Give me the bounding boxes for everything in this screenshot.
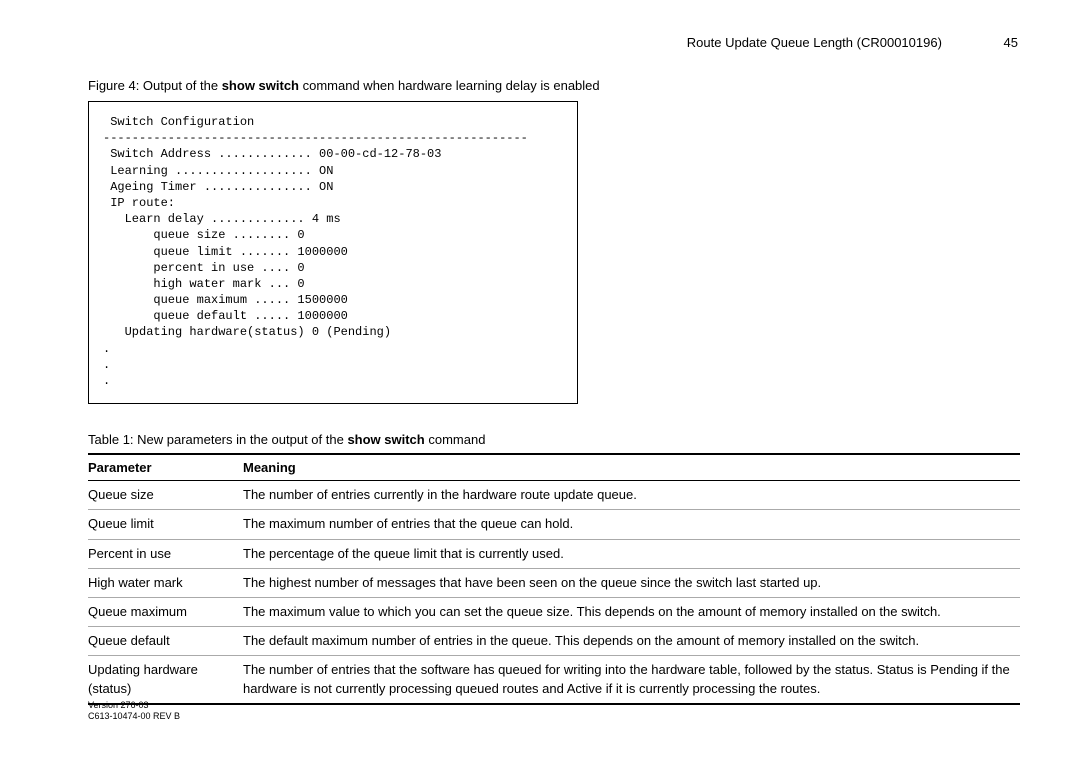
cell-meaning: The number of entries currently in the h… bbox=[243, 481, 1020, 510]
figure-caption-command: show switch bbox=[222, 78, 299, 93]
cell-param: Queue size bbox=[88, 481, 243, 510]
table-header-row: Parameter Meaning bbox=[88, 454, 1020, 481]
cell-meaning: The highest number of messages that have… bbox=[243, 568, 1020, 597]
page-footer: Version 276-03 C613-10474-00 REV B bbox=[88, 700, 180, 723]
table-caption: Table 1: New parameters in the output of… bbox=[88, 432, 1020, 447]
cell-param: Updating hardware (status) bbox=[88, 656, 243, 704]
table-row: Updating hardware (status) The number of… bbox=[88, 656, 1020, 704]
cell-meaning: The number of entries that the software … bbox=[243, 656, 1020, 704]
cell-param: Queue maximum bbox=[88, 597, 243, 626]
table-header-meaning: Meaning bbox=[243, 454, 1020, 481]
cell-meaning: The default maximum number of entries in… bbox=[243, 627, 1020, 656]
table-row: Queue limit The maximum number of entrie… bbox=[88, 510, 1020, 539]
parameter-table: Parameter Meaning Queue size The number … bbox=[88, 453, 1020, 705]
footer-version: Version 276-03 bbox=[88, 700, 180, 712]
table-caption-command: show switch bbox=[347, 432, 424, 447]
cell-meaning: The maximum number of entries that the q… bbox=[243, 510, 1020, 539]
code-output-box: Switch Configuration -------------------… bbox=[88, 101, 578, 404]
cell-meaning: The maximum value to which you can set t… bbox=[243, 597, 1020, 626]
cell-meaning: The percentage of the queue limit that i… bbox=[243, 539, 1020, 568]
figure-caption-prefix: Figure 4: Output of the bbox=[88, 78, 222, 93]
table-header-parameter: Parameter bbox=[88, 454, 243, 481]
footer-rev: C613-10474-00 REV B bbox=[88, 711, 180, 723]
header-page-number: 45 bbox=[1004, 35, 1018, 50]
table-caption-prefix: Table 1: New parameters in the output of… bbox=[88, 432, 347, 447]
table-row: High water mark The highest number of me… bbox=[88, 568, 1020, 597]
table-caption-suffix: command bbox=[425, 432, 486, 447]
cell-param: Queue default bbox=[88, 627, 243, 656]
figure-caption-suffix: command when hardware learning delay is … bbox=[299, 78, 600, 93]
table-row: Percent in use The percentage of the que… bbox=[88, 539, 1020, 568]
figure-caption: Figure 4: Output of the show switch comm… bbox=[88, 78, 1020, 93]
table-row: Queue maximum The maximum value to which… bbox=[88, 597, 1020, 626]
cell-param: High water mark bbox=[88, 568, 243, 597]
cell-param: Queue limit bbox=[88, 510, 243, 539]
cell-param: Percent in use bbox=[88, 539, 243, 568]
page-header: Route Update Queue Length (CR00010196) 4… bbox=[88, 35, 1020, 50]
header-title: Route Update Queue Length (CR00010196) bbox=[687, 35, 942, 50]
table-row: Queue size The number of entries current… bbox=[88, 481, 1020, 510]
table-row: Queue default The default maximum number… bbox=[88, 627, 1020, 656]
